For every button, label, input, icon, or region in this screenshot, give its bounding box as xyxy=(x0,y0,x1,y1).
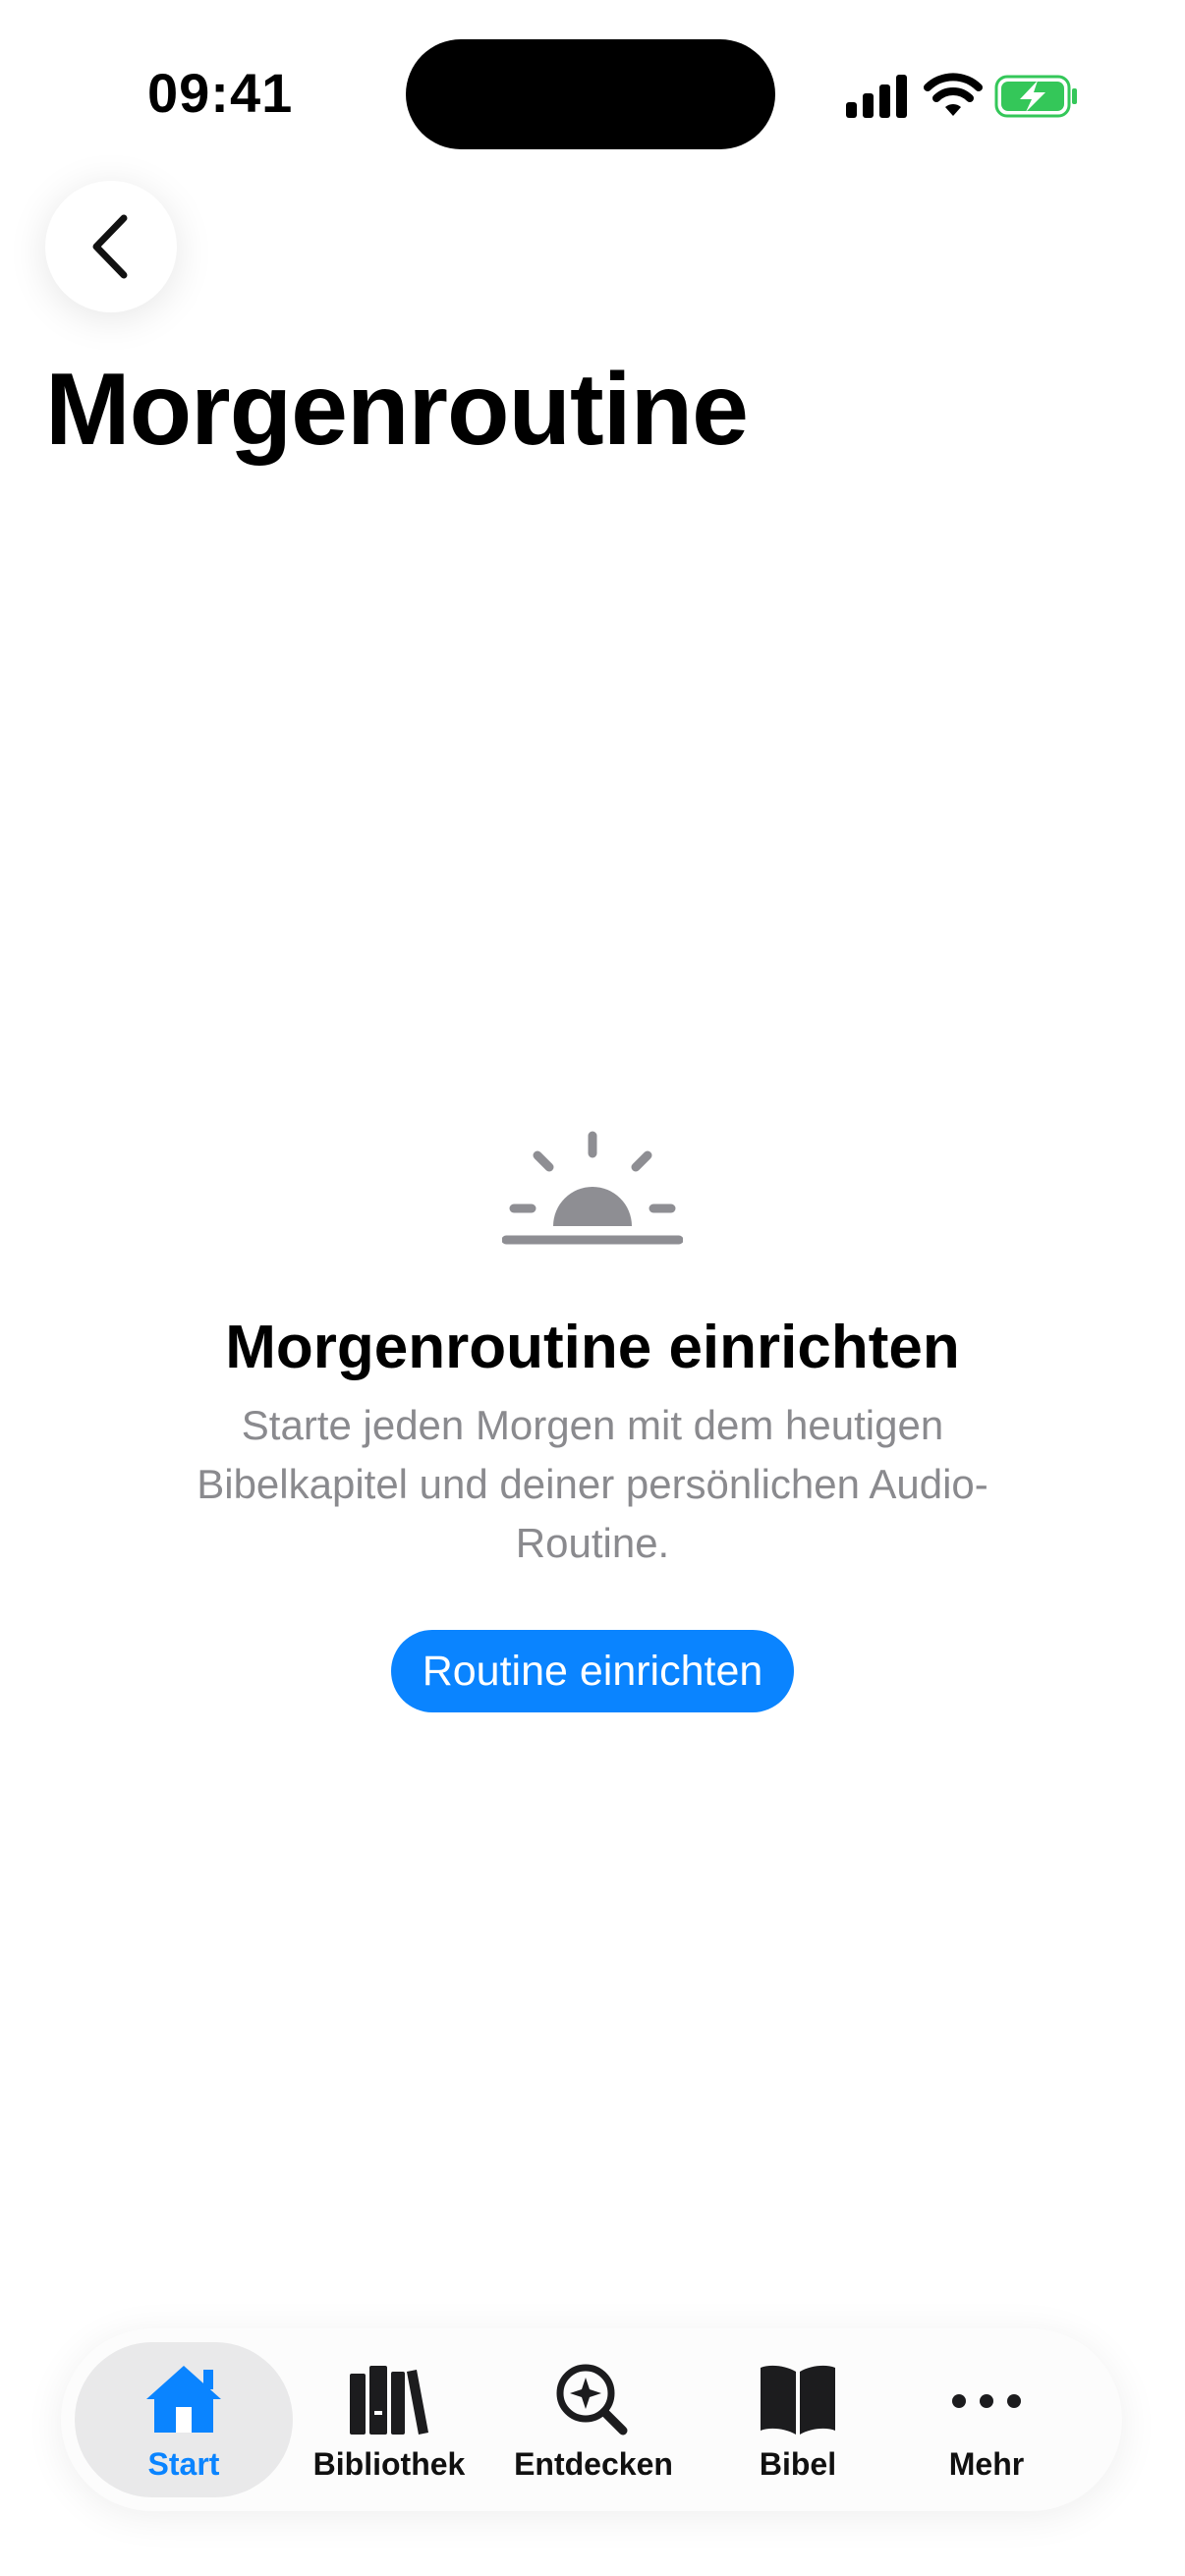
battery-charging-icon xyxy=(994,75,1077,118)
tab-start[interactable]: Start xyxy=(75,2342,293,2497)
home-icon xyxy=(146,2366,221,2433)
tab-label-mehr: Mehr xyxy=(948,2446,1025,2482)
dynamic-island xyxy=(406,39,775,149)
tab-entdecken[interactable]: Entdecken xyxy=(485,2342,702,2497)
status-bar: 09:41 xyxy=(0,0,1185,187)
setup-routine-button[interactable]: Routine einrichten xyxy=(390,1630,795,1712)
empty-state: Morgenroutine einrichten Starte jeden Mo… xyxy=(0,1130,1185,1712)
wifi-icon xyxy=(924,73,983,116)
tab-bibel[interactable]: Bibel xyxy=(702,2342,894,2497)
books-icon xyxy=(350,2366,428,2435)
empty-state-description: Starte jeden Morgen mit dem heutigen Bib… xyxy=(197,1402,988,1566)
tab-label-bibliothek: Bibliothek xyxy=(312,2446,466,2482)
book-icon xyxy=(761,2365,835,2435)
tab-label-bibel: Bibel xyxy=(759,2446,837,2482)
cellular-signal-icon xyxy=(846,75,907,118)
tab-label-start: Start xyxy=(147,2446,220,2482)
discover-icon xyxy=(556,2364,628,2436)
tab-label-entdecken: Entdecken xyxy=(514,2446,673,2482)
more-icon xyxy=(952,2394,1021,2408)
back-button[interactable] xyxy=(45,181,177,312)
page-title: Morgenroutine xyxy=(45,353,749,467)
tab-bibliothek[interactable]: Bibliothek xyxy=(293,2342,485,2497)
status-time: 09:41 xyxy=(147,62,294,124)
tab-bar: Start Bibliothek Entdecken Bibel Mehr xyxy=(61,2328,1122,2511)
empty-state-title: Morgenroutine einrichten xyxy=(225,1314,960,1381)
chevron-left-icon xyxy=(92,214,128,279)
sunrise-icon xyxy=(502,1131,683,1245)
tab-mehr[interactable]: Mehr xyxy=(894,2342,1079,2497)
